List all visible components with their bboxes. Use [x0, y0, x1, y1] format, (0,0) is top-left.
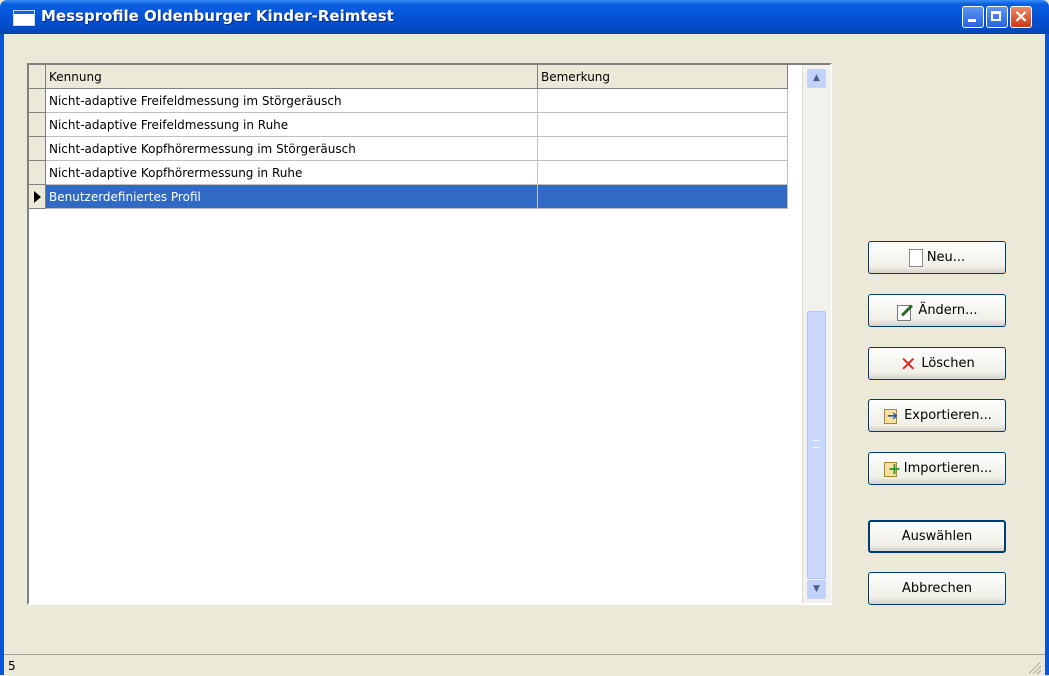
table-row[interactable]: Nicht-adaptive Freifeldmessung im Störge… [29, 89, 792, 113]
table-row-selected[interactable]: Benutzerdefiniertes Profil [29, 185, 792, 209]
export-button[interactable]: Exportieren... [868, 399, 1006, 432]
close-icon: × [1013, 6, 1029, 27]
current-row-arrow-icon [34, 191, 41, 203]
cell-kennung[interactable]: Nicht-adaptive Kopfhörermessung in Ruhe [46, 161, 538, 185]
window-border-right [1045, 34, 1049, 675]
delete-icon: ✕ [899, 351, 917, 376]
chevron-up-icon: ▲ [813, 73, 820, 83]
resize-grip-icon[interactable] [1029, 662, 1041, 674]
cell-bemerkung[interactable] [538, 161, 788, 185]
table-row[interactable]: Nicht-adaptive Freifeldmessung in Ruhe [29, 113, 792, 137]
cell-kennung[interactable]: Nicht-adaptive Freifeldmessung im Störge… [46, 89, 538, 113]
scroll-grip-icon [813, 440, 820, 448]
record-count: 5 [8, 659, 16, 673]
import-icon [882, 459, 901, 478]
table-row[interactable]: Nicht-adaptive Kopfhörermessung in Ruhe [29, 161, 792, 185]
select-button[interactable]: Auswählen [868, 520, 1006, 553]
window-title: Messprofile Oldenburger Kinder-Reimtest [41, 7, 394, 25]
column-header-bemerkung[interactable]: Bemerkung [538, 65, 788, 89]
cell-kennung[interactable]: Nicht-adaptive Freifeldmessung in Ruhe [46, 113, 538, 137]
status-bar: 5 [4, 654, 1045, 676]
cancel-button[interactable]: Abbrechen [868, 572, 1006, 605]
scroll-thumb[interactable] [807, 311, 826, 579]
title-bar: Messprofile Oldenburger Kinder-Reimtest … [0, 0, 1049, 34]
scroll-down-button[interactable]: ▼ [807, 580, 826, 599]
delete-button[interactable]: ✕ Löschen [868, 347, 1006, 380]
select-button-label: Auswählen [901, 529, 973, 544]
column-header-kennung[interactable]: Kennung [46, 65, 538, 89]
close-button[interactable]: × [1010, 6, 1032, 28]
import-button-label: Importieren... [903, 461, 993, 476]
window-icon [13, 10, 35, 26]
row-indicator[interactable] [29, 113, 46, 137]
minimize-icon [968, 19, 976, 22]
edit-button[interactable]: Ändern... [868, 294, 1006, 327]
window-border-left [0, 34, 4, 675]
maximize-icon [991, 11, 1001, 21]
table-row[interactable]: Nicht-adaptive Kopfhörermessung im Störg… [29, 137, 792, 161]
vertical-scrollbar[interactable]: ▲ ▼ [802, 65, 831, 603]
cell-bemerkung[interactable] [538, 113, 788, 137]
cell-bemerkung[interactable] [538, 89, 788, 113]
new-document-icon [908, 248, 923, 267]
export-icon [882, 407, 900, 425]
cell-kennung[interactable]: Nicht-adaptive Kopfhörermessung im Störg… [46, 137, 538, 161]
minimize-button[interactable] [962, 6, 984, 28]
profile-grid[interactable]: Kennung Bemerkung Nicht-adaptive Freifel… [27, 63, 832, 605]
maximize-button[interactable] [986, 6, 1008, 28]
row-indicator[interactable] [29, 89, 46, 113]
grid-body: Kennung Bemerkung Nicht-adaptive Freifel… [29, 65, 802, 603]
export-button-label: Exportieren... [904, 408, 992, 423]
chevron-down-icon: ▼ [813, 584, 820, 594]
new-button[interactable]: Neu... [868, 241, 1006, 274]
cell-kennung[interactable]: Benutzerdefiniertes Profil [46, 185, 538, 209]
grid-header: Kennung Bemerkung [29, 65, 792, 89]
new-button-label: Neu... [926, 250, 966, 265]
row-indicator-current[interactable] [29, 185, 46, 209]
edit-icon [896, 302, 914, 321]
row-indicator[interactable] [29, 137, 46, 161]
edit-button-label: Ändern... [918, 303, 978, 318]
delete-button-label: Löschen [921, 356, 975, 371]
cell-bemerkung[interactable] [538, 185, 788, 209]
cell-bemerkung[interactable] [538, 137, 788, 161]
cancel-button-label: Abbrechen [901, 581, 973, 596]
header-indicator-cell [29, 65, 46, 89]
row-indicator[interactable] [29, 161, 46, 185]
import-button[interactable]: Importieren... [868, 452, 1006, 485]
scroll-up-button[interactable]: ▲ [807, 69, 826, 88]
